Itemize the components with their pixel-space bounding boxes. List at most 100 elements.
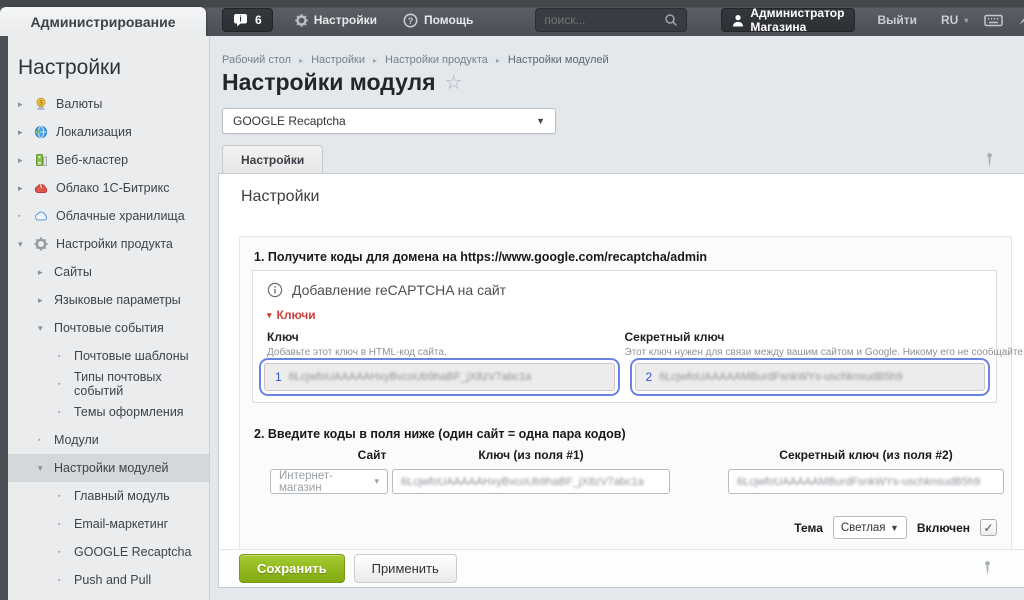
user-menu-button[interactable]: Администратор Магазина xyxy=(721,8,855,32)
save-button[interactable]: Сохранить xyxy=(239,554,345,583)
sidebar-item-currencies[interactable]: ▸ $ Валюты xyxy=(8,90,209,118)
language-dropdown[interactable]: RU ▾ xyxy=(941,13,968,27)
bullet-icon: ▪ xyxy=(58,353,74,360)
svg-text:i: i xyxy=(239,14,241,24)
sidebar-item-language-params[interactable]: ▸ Языковые параметры xyxy=(8,286,209,314)
breadcrumb-product-settings[interactable]: Настройки продукта xyxy=(385,54,488,66)
page-title-text: Настройки модуля xyxy=(222,69,436,96)
sidebar-item-themes[interactable]: ▪ Темы оформления xyxy=(8,398,209,426)
google-box-title: Добавление reCAPTCHA на сайт xyxy=(292,282,506,298)
question-icon: ? xyxy=(403,13,418,28)
info-bubble-icon: i xyxy=(233,13,249,27)
keyboard-icon[interactable] xyxy=(984,13,1003,28)
chevron-right-icon: ▸ xyxy=(38,295,54,306)
sidebar-item-main-module[interactable]: ▪ Главный модуль xyxy=(8,482,209,510)
bullet-icon: ▪ xyxy=(58,493,74,500)
site-select[interactable]: Интернет-магазин ▾ xyxy=(270,469,388,494)
tab-nastroyki[interactable]: Настройки xyxy=(222,145,323,174)
sidebar-item-mail-event-types[interactable]: ▪ Типы почтовых событий xyxy=(8,370,209,398)
column-header-secret: Секретный ключ (из поля #2) xyxy=(779,448,952,462)
blue-cloud-icon xyxy=(34,209,56,223)
logout-link[interactable]: Выйти xyxy=(877,13,917,27)
user-name-label: Администратор Магазина xyxy=(750,6,844,34)
notifications-button[interactable]: i 6 xyxy=(222,8,273,32)
chevron-right-icon: ▸ xyxy=(38,267,54,278)
language-label: RU xyxy=(941,13,958,27)
sidebar-item-product-settings[interactable]: ▾ Настройки продукта xyxy=(8,230,209,258)
breadcrumb-module-settings[interactable]: Настройки модулей xyxy=(508,54,609,66)
sidebar-menu: ▸ $ Валюты ▸ Локализация ▸ Веб-кластер ▸… xyxy=(8,90,209,594)
site-key-column: Ключ Добавьте этот ключ в HTML-код сайта… xyxy=(267,330,625,358)
sidebar-item-module-settings[interactable]: ▾ Настройки модулей xyxy=(8,454,209,482)
form-tab-strip: Настройки xyxy=(218,144,1024,173)
sidebar-item-google-recaptcha[interactable]: ▪ GOOGLE Recaptcha xyxy=(8,538,209,566)
secret-key-label: Секретный ключ xyxy=(625,330,983,344)
column-header-key: Ключ (из поля #1) xyxy=(478,448,583,462)
sidebar-item-web-cluster[interactable]: ▸ Веб-кластер xyxy=(8,146,209,174)
sidebar-item-modules[interactable]: ▪ Модули xyxy=(8,426,209,454)
breadcrumb-separator-icon: ▸ xyxy=(496,56,500,65)
sidebar-item-cloud-storage[interactable]: ▪ Облачные хранилища xyxy=(8,202,209,230)
apply-button[interactable]: Применить xyxy=(354,554,457,583)
server-cluster-icon xyxy=(34,153,56,167)
search-input[interactable] xyxy=(544,13,664,27)
search-icon[interactable] xyxy=(664,13,678,27)
sidebar-item-localization[interactable]: ▸ Локализация xyxy=(8,118,209,146)
pin-icon[interactable] xyxy=(1016,12,1024,28)
red-cloud-icon xyxy=(34,181,56,195)
site-key-marker: 1 xyxy=(275,370,282,384)
select-arrow-icon: ▾ xyxy=(374,476,379,487)
chevron-right-icon: ▸ xyxy=(18,127,34,138)
sidebar-item-sites[interactable]: ▸ Сайты xyxy=(8,258,209,286)
google-recaptcha-box: Добавление reCAPTCHA на сайт ▾ Ключи Клю… xyxy=(252,270,997,403)
main-area: Рабочий стол ▸ Настройки ▸ Настройки про… xyxy=(210,36,1024,600)
form-legend: Настройки xyxy=(241,188,319,206)
theme-select[interactable]: Светлая ▼ xyxy=(833,516,907,539)
chevron-right-icon: ▸ xyxy=(18,99,34,110)
sidebar-item-mail-events[interactable]: ▾ Почтовые события xyxy=(8,314,209,342)
secret-key-value: 6LcjwfoUAAAAAMBurdFsnkWYs-uschknsudB5h9 xyxy=(659,371,902,383)
bullet-icon: ▪ xyxy=(58,577,74,584)
favorite-star-icon[interactable]: ☆ xyxy=(445,70,463,95)
checkbox-check-icon: ✓ xyxy=(983,521,993,535)
sidebar-item-email-marketing[interactable]: ▪ Email-маркетинг xyxy=(8,510,209,538)
info-circle-icon xyxy=(267,282,283,298)
currency-icon: $ xyxy=(34,97,56,111)
bullet-icon: ▪ xyxy=(58,381,74,388)
sidebar-item-push-and-pull[interactable]: ▪ Push and Pull xyxy=(8,566,209,594)
breadcrumb: Рабочий стол ▸ Настройки ▸ Настройки про… xyxy=(222,54,609,66)
topbar-settings-link[interactable]: Настройки xyxy=(295,13,377,27)
gear-icon xyxy=(295,14,308,27)
bitrix-admin-screen: Администрирование i 6 Настройки ? Помощь xyxy=(0,0,1024,600)
topbar-settings-label: Настройки xyxy=(314,13,377,27)
globe-icon xyxy=(34,125,56,139)
sidebar-edge-strip xyxy=(0,36,8,600)
form-footer: Сохранить Применить xyxy=(219,549,1024,587)
breadcrumb-settings[interactable]: Настройки xyxy=(311,54,365,66)
tab-administration[interactable]: Администрирование xyxy=(0,7,206,36)
topbar-search xyxy=(535,8,687,32)
pin-icon[interactable] xyxy=(981,560,994,577)
sidebar-item-bitrix-cloud[interactable]: ▸ Облако 1С-Битрикс xyxy=(8,174,209,202)
key-input[interactable]: 6LcjwfoUAAAAAHxyBvcoUb9haBF_jX8zV7abc1a xyxy=(392,469,670,494)
site-key-label: Ключ xyxy=(267,330,625,344)
pin-icon[interactable] xyxy=(983,152,996,169)
keys-section-toggle[interactable]: ▾ Ключи xyxy=(267,308,982,322)
sidebar: Настройки ▸ $ Валюты ▸ Локализация ▸ Веб… xyxy=(8,36,210,600)
topbar-help-link[interactable]: ? Помощь xyxy=(403,13,473,28)
breadcrumb-desktop[interactable]: Рабочий стол xyxy=(222,54,291,66)
notifications-count: 6 xyxy=(255,13,262,27)
site-key-field[interactable]: 1 6LcjwfoUAAAAAHxyBvcoUb9haBF_jX8zV7abc1… xyxy=(264,363,615,391)
module-select[interactable]: GOOGLE Recaptcha ▼ xyxy=(222,108,556,134)
chevron-right-icon: ▸ xyxy=(18,183,34,194)
secret-key-field[interactable]: 2 6LcjwfoUAAAAAMBurdFsnkWYs-uschknsudB5h… xyxy=(635,363,986,391)
enabled-checkbox[interactable]: ✓ xyxy=(980,519,997,536)
bullet-icon: ▪ xyxy=(58,409,74,416)
sidebar-item-mail-templates[interactable]: ▪ Почтовые шаблоны xyxy=(8,342,209,370)
enabled-label: Включен xyxy=(917,521,970,535)
step2-heading: 2. Введите коды в поля ниже (один сайт =… xyxy=(254,427,626,441)
secret-input[interactable]: 6LcjwfoUAAAAAMBurdFsnkWYs-uschknsudB5h9 xyxy=(728,469,1004,494)
theme-select-value: Светлая xyxy=(841,522,886,534)
user-icon xyxy=(732,14,744,27)
page-title: Настройки модуля ☆ xyxy=(222,69,463,96)
